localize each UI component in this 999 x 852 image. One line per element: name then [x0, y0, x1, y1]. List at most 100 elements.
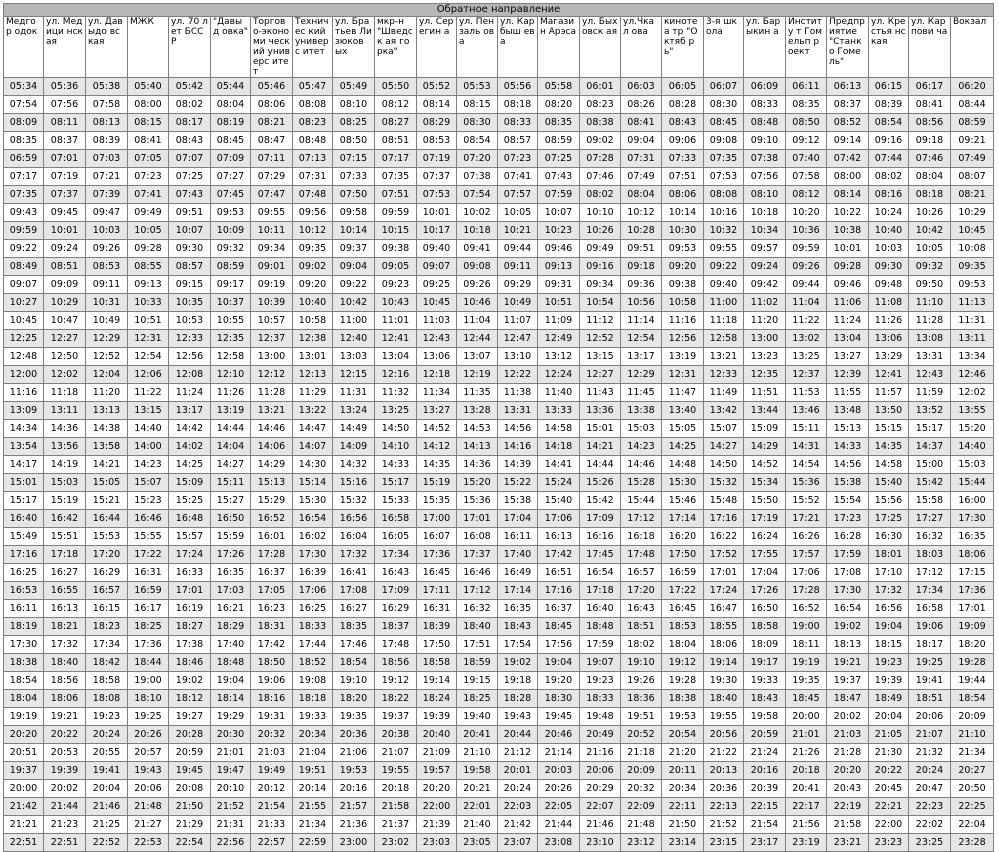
time-cell: 18:25: [456, 689, 498, 708]
time-cell: 11:26: [868, 311, 909, 330]
time-cell: 12:06: [127, 365, 169, 384]
time-cell: 09:53: [210, 203, 251, 222]
time-cell: 10:08: [949, 239, 995, 258]
time-cell: 20:16: [743, 761, 786, 780]
time-cell: 20:36: [703, 779, 744, 798]
time-cell: 10:54: [579, 293, 621, 312]
time-cell: 09:05: [374, 257, 417, 276]
time-cell: 08:29: [416, 113, 457, 132]
time-cell: 20:44: [497, 725, 538, 744]
time-cell: 15:49: [3, 527, 44, 546]
time-cell: 11:00: [332, 311, 375, 330]
time-cell: 17:37: [456, 545, 498, 564]
time-cell: 08:12: [785, 185, 827, 204]
time-cell: 17:22: [661, 581, 704, 600]
time-cell: 07:31: [292, 167, 333, 186]
time-cell: 11:06: [826, 293, 869, 312]
time-cell: 19:51: [620, 707, 662, 726]
time-cell: 18:35: [332, 617, 375, 636]
time-cell: 18:13: [826, 635, 869, 654]
time-cell: 16:17: [127, 599, 169, 618]
time-cell: 19:48: [579, 707, 621, 726]
time-cell: 21:55: [292, 797, 333, 816]
time-cell: 23:17: [743, 833, 786, 852]
time-cell: 19:31: [250, 707, 293, 726]
time-cell: 17:14: [661, 509, 704, 528]
time-cell: 18:58: [416, 653, 457, 672]
table-row: 10:45 10:47 10:49 10:51 10:53 10:55 10:57 10:58…: [3, 311, 995, 330]
time-cell: 06:05: [661, 77, 704, 96]
time-cell: 11:47: [661, 383, 704, 402]
table-row: 20:51 20:53 20:55 20:57 20:59 21:01 21:03 21:04…: [3, 743, 995, 762]
time-cell: 22:13: [703, 797, 744, 816]
time-cell: 16:35: [497, 599, 538, 618]
time-cell: 16:31: [127, 563, 169, 582]
time-cell: 08:50: [785, 113, 827, 132]
time-cell: 16:40: [3, 509, 44, 528]
time-cell: 17:30: [3, 635, 44, 654]
time-cell: 10:07: [168, 221, 211, 240]
time-cell: 14:41: [537, 455, 580, 474]
time-cell: 13:54: [3, 437, 44, 456]
time-cell: 08:51: [374, 131, 417, 150]
time-cell: 08:33: [743, 95, 786, 114]
time-cell: 08:57: [168, 257, 211, 276]
time-cell: 09:17: [210, 275, 251, 294]
time-cell: 08:27: [374, 113, 417, 132]
time-cell: 08:30: [703, 95, 744, 114]
time-cell: 18:38: [661, 689, 704, 708]
time-cell: 14:17: [3, 455, 44, 474]
time-cell: 19:45: [168, 761, 211, 780]
time-cell: 13:27: [826, 347, 869, 366]
time-cell: 15:17: [3, 491, 44, 510]
time-cell: 17:12: [908, 563, 951, 582]
time-cell: 13:36: [579, 401, 621, 420]
time-cell: 09:22: [703, 257, 744, 276]
time-cell: 13:55: [949, 401, 995, 420]
time-cell: 11:16: [661, 311, 704, 330]
time-cell: 20:24: [497, 779, 538, 798]
time-cell: 07:23: [497, 149, 538, 168]
time-cell: 17:34: [85, 635, 128, 654]
time-cell: 09:23: [374, 275, 417, 294]
time-cell: 20:12: [250, 779, 293, 798]
time-cell: 17:48: [374, 635, 417, 654]
time-cell: 21:26: [785, 743, 827, 762]
time-cell: 09:26: [456, 275, 498, 294]
time-cell: 20:16: [332, 779, 375, 798]
time-cell: 21:56: [785, 815, 827, 834]
time-cell: 21:07: [908, 725, 951, 744]
time-cell: 21:52: [210, 797, 251, 816]
time-cell: 11:24: [826, 311, 869, 330]
time-cell: 18:15: [868, 635, 909, 654]
time-cell: 16:00: [949, 491, 995, 510]
time-cell: 18:22: [374, 689, 417, 708]
time-cell: 17:36: [127, 635, 169, 654]
time-cell: 15:46: [661, 491, 704, 510]
time-cell: 20:53: [43, 743, 86, 762]
time-cell: 15:36: [456, 491, 498, 510]
time-cell: 12:41: [868, 365, 909, 384]
time-cell: 19:27: [168, 707, 211, 726]
time-cell: 20:06: [127, 779, 169, 798]
time-cell: 16:29: [85, 563, 128, 582]
time-cell: 21:46: [579, 815, 621, 834]
time-cell: 10:37: [210, 293, 251, 312]
time-cell: 16:37: [537, 599, 580, 618]
time-cell: 20:49: [579, 725, 621, 744]
time-cell: 16:35: [949, 527, 995, 546]
time-cell: 10:01: [416, 203, 457, 222]
table-row: 14:34 14:36 14:38 14:40 14:42 14:44 14:46 14:47…: [3, 419, 995, 438]
time-cell: 13:34: [949, 347, 995, 366]
time-cell: 16:37: [250, 563, 293, 582]
time-cell: 15:26: [579, 473, 621, 492]
time-cell: 22:19: [826, 797, 869, 816]
time-cell: 10:45: [416, 293, 457, 312]
table-row: 12:00 12:02 12:04 12:06 12:08 12:10 12:12 12:13…: [3, 365, 995, 384]
time-cell: 14:47: [292, 419, 333, 438]
time-cell: 13:00: [250, 347, 293, 366]
time-cell: 07:51: [374, 185, 417, 204]
time-cell: 18:45: [537, 617, 580, 636]
time-cell: 19:04: [537, 653, 580, 672]
time-cell: 19:53: [332, 761, 375, 780]
